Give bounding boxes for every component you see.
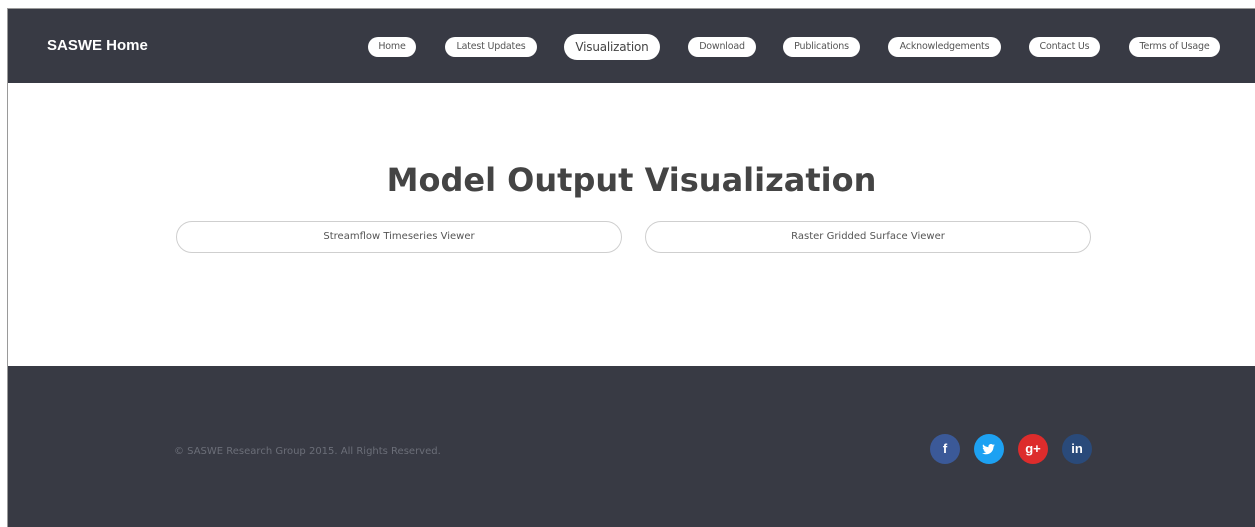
nav-acknowledgements[interactable]: Acknowledgements — [888, 37, 1001, 57]
google-plus-icon[interactable]: g+ — [1018, 434, 1048, 464]
linkedin-icon[interactable]: in — [1062, 434, 1092, 464]
twitter-bird-glyph — [982, 444, 995, 455]
twitter-icon[interactable] — [974, 434, 1004, 464]
facebook-glyph: f — [942, 441, 948, 456]
streamflow-viewer-button[interactable]: Streamflow Timeseries Viewer — [176, 221, 622, 253]
nav-contact-us[interactable]: Contact Us — [1029, 37, 1100, 57]
linkedin-glyph: in — [1071, 441, 1083, 456]
nav-publications[interactable]: Publications — [783, 37, 860, 57]
nav-latest-updates[interactable]: Latest Updates — [445, 37, 537, 57]
site-header: SASWE Home Home Latest Updates Visualiza… — [8, 9, 1255, 83]
nav-terms-of-usage[interactable]: Terms of Usage — [1129, 37, 1220, 57]
nav-download[interactable]: Download — [688, 37, 756, 57]
facebook-icon[interactable]: f — [930, 434, 960, 464]
copyright-text: © SASWE Research Group 2015. All Rights … — [174, 446, 441, 457]
site-footer: © SASWE Research Group 2015. All Rights … — [8, 366, 1255, 527]
brand-link[interactable]: SASWE Home — [47, 37, 148, 54]
raster-viewer-button[interactable]: Raster Gridded Surface Viewer — [645, 221, 1091, 253]
nav-home[interactable]: Home — [368, 37, 416, 57]
page-title: Model Output Visualization — [386, 161, 877, 199]
main-content: Model Output Visualization Streamflow Ti… — [8, 83, 1255, 366]
google-plus-glyph: g+ — [1025, 441, 1041, 456]
nav-visualization[interactable]: Visualization — [564, 34, 660, 60]
page-frame: SASWE Home Home Latest Updates Visualiza… — [7, 8, 1255, 527]
